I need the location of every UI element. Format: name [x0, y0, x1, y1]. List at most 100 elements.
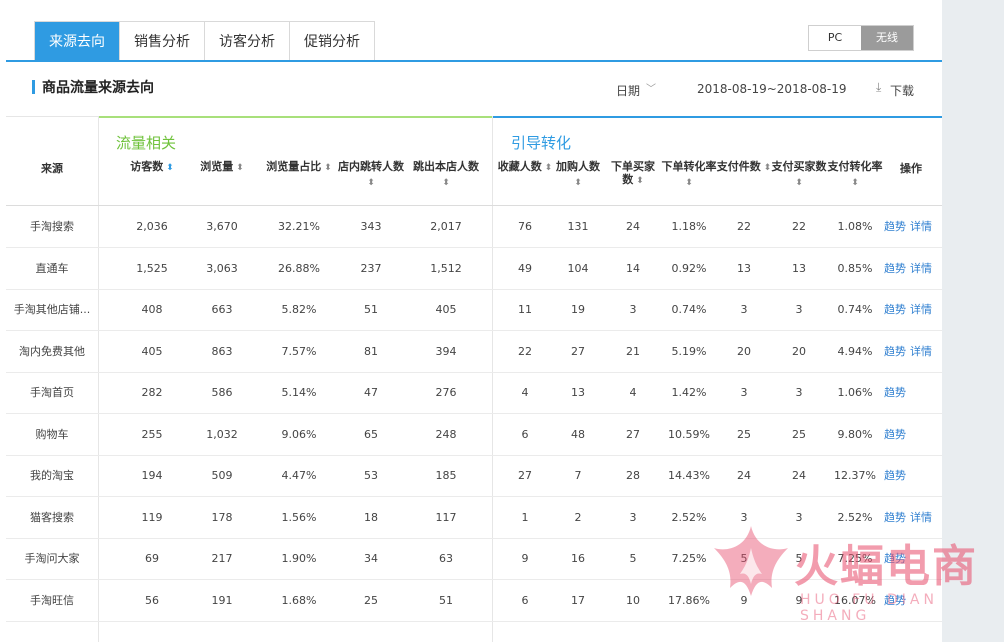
cell-order-rate: 2.52% — [671, 510, 707, 524]
cell-pay-buyers: 25 — [792, 427, 806, 441]
column-header-pay-items[interactable]: 支付件数 ⬍ — [716, 160, 772, 175]
cell-order-rate: 7.25% — [671, 552, 707, 565]
chevron-down-icon[interactable]: ﹀ — [646, 80, 656, 95]
tab-promotion[interactable]: 促销分析 — [290, 22, 374, 62]
cell-inner-jump: 65 — [364, 427, 378, 441]
sort-icon[interactable]: ⬍ — [633, 176, 644, 186]
cell-visitors: 2,036 — [136, 220, 168, 233]
detail-link[interactable]: 详情 — [910, 303, 932, 316]
trend-link[interactable]: 趋势 — [884, 511, 906, 524]
cell-bounce: 394 — [435, 344, 457, 358]
date-dropdown[interactable]: 日期 — [616, 82, 640, 99]
sort-icon[interactable]: ⬍ — [574, 178, 582, 188]
column-header-pv-share[interactable]: 浏览量占比 ⬍ — [258, 160, 340, 175]
sort-icon[interactable]: ⬍ — [542, 163, 553, 173]
cell-pay-buyers: 22 — [792, 220, 806, 233]
download-icon[interactable]: ⤓ — [876, 80, 881, 95]
cell-favorites: 76 — [518, 220, 532, 233]
column-header-label: 操作 — [900, 162, 922, 175]
trend-link[interactable]: 趋势 — [884, 386, 906, 399]
cell-pay-rate: 16.07% — [834, 593, 876, 607]
column-header-pay-rate[interactable]: 支付转化率 ⬍ — [826, 160, 884, 190]
cell-source: 我的淘宝 — [30, 469, 74, 482]
tab-source[interactable]: 来源去向 — [35, 22, 120, 62]
cell-pv-share: 5.82% — [281, 303, 317, 316]
tab-visitors[interactable]: 访客分析 — [205, 22, 290, 62]
cell-pay-rate: 2.52% — [837, 510, 873, 524]
cell-buyers: 5 — [629, 552, 637, 565]
detail-link[interactable]: 详情 — [910, 262, 932, 275]
cell-inner-jump: 81 — [364, 344, 378, 358]
column-header-pageviews[interactable]: 浏览量 ⬍ — [186, 160, 258, 175]
cell-pageviews: 663 — [211, 303, 233, 316]
sort-icon[interactable]: ⬍ — [442, 178, 450, 188]
trend-link[interactable]: 趋势 — [884, 594, 906, 607]
group-conversion-line — [493, 116, 942, 118]
cell-pv-share: 7.57% — [281, 344, 317, 358]
row-actions: 趋势 详情 — [884, 289, 936, 330]
download-button[interactable]: 下载 — [890, 82, 914, 99]
cell-source: 手淘其他店铺... — [13, 303, 91, 316]
sort-icon[interactable]: ⬍ — [321, 163, 332, 173]
table-row: 手淘其他店铺... 408 663 5.82% 51 405 11 19 3 0.74% 3 3 0.7… — [6, 289, 942, 331]
trend-link[interactable]: 趋势 — [884, 552, 906, 565]
row-actions: 趋势 — [884, 580, 910, 621]
cell-buyers: 4 — [629, 386, 637, 399]
cell-pv-share: 4.47% — [281, 469, 317, 482]
tab-sales[interactable]: 销售分析 — [120, 22, 205, 62]
sort-icon[interactable]: ⬍ — [233, 163, 244, 173]
row-actions: 趋势 详情 — [884, 497, 936, 538]
column-header-label: 浏览量 — [200, 160, 234, 173]
trend-link[interactable]: 趋势 — [884, 345, 906, 358]
cell-pageviews: 191 — [211, 593, 233, 607]
group-conversion-title: 引导转化 — [511, 134, 572, 152]
trend-link[interactable]: 趋势 — [884, 220, 906, 233]
sort-icon[interactable]: ⬍ — [685, 178, 693, 188]
sort-icon[interactable]: ⬍ — [851, 178, 859, 188]
cell-add-cart: 104 — [567, 261, 589, 275]
cell-pv-share: 1.56% — [281, 510, 317, 524]
cell-order-rate: 0.92% — [671, 261, 707, 275]
sort-icon[interactable]: ⬍ — [367, 178, 375, 188]
cell-buyers: 10 — [626, 593, 640, 607]
column-header-label: 店内跳转人数 — [338, 160, 404, 173]
column-header-order-rate[interactable]: 下单转化率 ⬍ — [660, 160, 718, 190]
cell-source: 手淘搜索 — [30, 220, 74, 233]
cell-inner-jump: 25 — [364, 593, 378, 607]
sort-icon[interactable]: ⬍ — [163, 163, 174, 173]
cell-source: 猫客搜索 — [30, 510, 74, 524]
column-header-favorites[interactable]: 收藏人数 ⬍ — [496, 160, 554, 175]
column-header-visitors[interactable]: 访客数 ⬍ — [114, 160, 190, 175]
column-header-bounce[interactable]: 跳出本店人数 ⬍ — [408, 160, 484, 190]
cell-favorites: 11 — [518, 303, 532, 316]
table-row: 购物车 255 1,032 9.06% 65 248 6 48 27 10.59% 25 25 9.80… — [6, 414, 942, 456]
trend-link[interactable]: 趋势 — [884, 469, 906, 482]
cell-inner-jump: 47 — [364, 386, 378, 399]
cell-bounce: 1,512 — [430, 261, 462, 275]
detail-link[interactable]: 详情 — [910, 220, 932, 233]
column-header-buyers[interactable]: 下单买家数 ⬍ — [606, 160, 660, 188]
trend-link[interactable]: 趋势 — [884, 262, 906, 275]
column-header-pay-buyers[interactable]: 支付买家数 ⬍ — [770, 160, 828, 190]
cell-source: 手淘问大家 — [24, 552, 80, 565]
device-pc-button[interactable]: PC — [809, 26, 861, 50]
cell-pageviews: 3,063 — [206, 261, 238, 275]
detail-link[interactable]: 详情 — [910, 345, 932, 358]
cell-add-cart: 131 — [567, 220, 589, 233]
detail-link[interactable]: 详情 — [910, 511, 932, 524]
section-title: 商品流量来源去向 — [42, 80, 154, 96]
column-header-label: 支付买家数 — [771, 160, 827, 173]
trend-link[interactable]: 趋势 — [884, 303, 906, 316]
column-header-inner-jump[interactable]: 店内跳转人数 ⬍ — [334, 160, 408, 190]
cell-pv-share: 26.88% — [278, 261, 320, 275]
device-wireless-button[interactable]: 无线 — [861, 26, 913, 50]
cell-pv-share: 9.06% — [281, 427, 317, 441]
cell-add-cart: 13 — [571, 386, 585, 399]
column-header-add-cart[interactable]: 加购人数 ⬍ — [552, 160, 604, 190]
cell-order-rate: 10.59% — [668, 427, 710, 441]
cell-pay-items: 5 — [740, 552, 748, 565]
cell-pv-share: 32.21% — [278, 220, 320, 233]
sort-icon[interactable]: ⬍ — [795, 178, 803, 188]
trend-link[interactable]: 趋势 — [884, 428, 906, 441]
cell-bounce: 405 — [435, 303, 457, 316]
